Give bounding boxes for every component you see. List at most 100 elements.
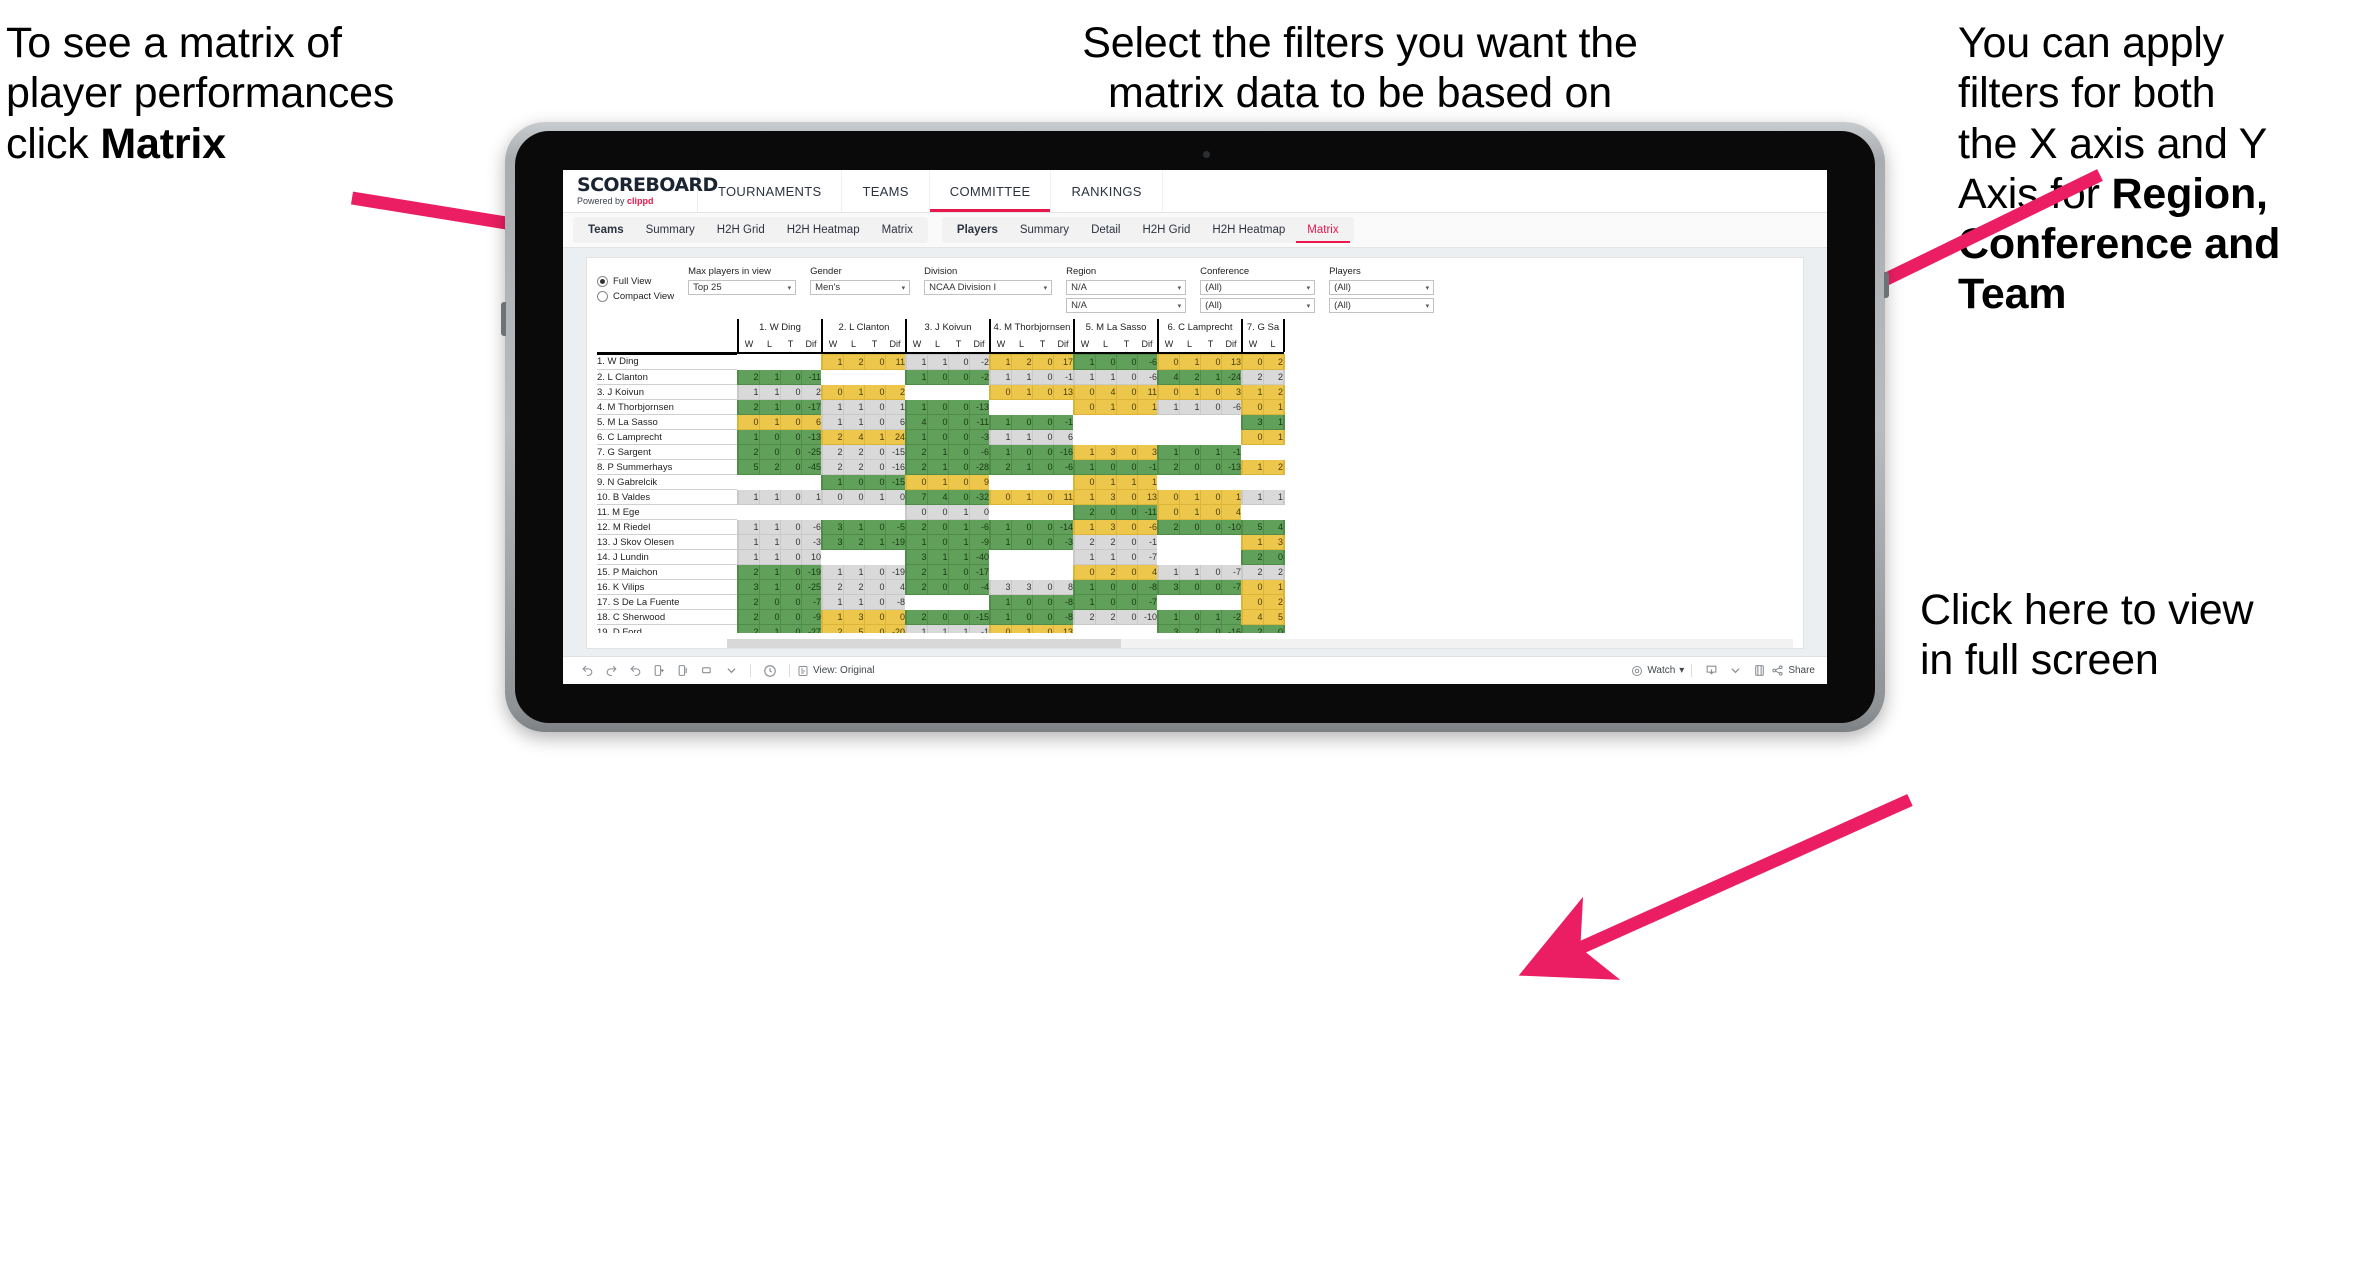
matrix-cell[interactable]: 4	[1262, 519, 1285, 535]
matrix-cell[interactable]: -13	[1220, 459, 1243, 475]
matrix-cell[interactable]: 0	[1115, 564, 1138, 580]
matrix-cell[interactable]: 1	[800, 489, 823, 505]
matrix-cell[interactable]: 1	[1010, 369, 1033, 385]
matrix-cell[interactable]: 1	[926, 354, 949, 370]
matrix-cell[interactable]: 2	[1262, 459, 1285, 475]
matrix-cell[interactable]	[1199, 414, 1222, 430]
matrix-cell[interactable]: 0	[863, 579, 886, 595]
matrix-cell[interactable]: 1	[926, 459, 949, 475]
matrix-cell[interactable]: 2	[1073, 504, 1096, 520]
matrix-cell[interactable]	[947, 384, 970, 400]
matrix-cell[interactable]	[1157, 474, 1180, 490]
matrix-cell[interactable]: 2	[1241, 564, 1264, 580]
matrix-cell[interactable]	[1052, 549, 1075, 565]
matrix-cell[interactable]: 0	[1031, 414, 1054, 430]
matrix-cell[interactable]	[926, 594, 949, 610]
matrix-cell[interactable]	[1178, 414, 1201, 430]
matrix-cell[interactable]: 0	[1178, 444, 1201, 460]
matrix-cell[interactable]: 0	[1010, 534, 1033, 550]
matrix-cell[interactable]	[1157, 414, 1180, 430]
matrix-cell[interactable]: 0	[1178, 609, 1201, 625]
matrix-cell[interactable]: 0	[1073, 474, 1096, 490]
matrix-cell[interactable]	[758, 504, 781, 520]
matrix-row[interactable]: 4. M Thorbjornsen 2 1 0 -17 1 1 0 1 1 0 0 -13 0 1 0 1 1 1 0…	[597, 399, 1285, 415]
matrix-cell[interactable]: 0	[821, 489, 844, 505]
subnav-teams-h2h-grid[interactable]: H2H Grid	[706, 217, 776, 243]
matrix-cell[interactable]	[905, 594, 928, 610]
matrix-cell[interactable]	[989, 474, 1012, 490]
matrix-cell[interactable]: 1	[1178, 504, 1201, 520]
matrix-cell[interactable]	[821, 549, 844, 565]
radio-button-icon[interactable]	[597, 291, 608, 302]
matrix-cell[interactable]: 0	[947, 564, 970, 580]
matrix-cell[interactable]: 0	[1115, 384, 1138, 400]
matrix-row[interactable]: 10. B Valdes 1 1 0 1 0 0 1 0 7 4 0 -32 0 1 0 11 1 3 0 13 0 1 0 1…	[597, 489, 1285, 505]
matrix-cell[interactable]: -9	[968, 534, 991, 550]
matrix-cell[interactable]	[1199, 549, 1222, 565]
pause-auto-update-icon[interactable]	[671, 661, 695, 681]
matrix-cell[interactable]	[1220, 594, 1243, 610]
matrix-cell[interactable]: 1	[821, 399, 844, 415]
matrix-cell[interactable]: 0	[1199, 459, 1222, 475]
matrix-cell[interactable]: 1	[1073, 459, 1096, 475]
matrix-cell[interactable]: -28	[968, 459, 991, 475]
matrix-cell[interactable]: 1	[989, 369, 1012, 385]
matrix-cell[interactable]: 0	[884, 609, 907, 625]
matrix-cell[interactable]: 1	[821, 414, 844, 430]
matrix-cell[interactable]: 2	[737, 369, 760, 385]
matrix-cell[interactable]: 0	[926, 579, 949, 595]
matrix-cell[interactable]: 0	[779, 489, 802, 505]
matrix-cell[interactable]: 0	[989, 624, 1012, 633]
matrix-cell[interactable]: 1	[884, 399, 907, 415]
matrix-cell[interactable]	[1052, 474, 1075, 490]
matrix-cell[interactable]: 1	[1157, 444, 1180, 460]
matrix-cell[interactable]: 0	[947, 429, 970, 445]
matrix-cell[interactable]: 0	[1199, 489, 1222, 505]
nav-item-rankings[interactable]: RANKINGS	[1051, 170, 1163, 212]
matrix-cell[interactable]	[1178, 549, 1201, 565]
matrix-cell[interactable]: 2	[905, 459, 928, 475]
matrix-cell[interactable]: -7	[1220, 579, 1243, 595]
matrix-cell[interactable]	[1115, 414, 1138, 430]
matrix-cell[interactable]: 0	[863, 609, 886, 625]
matrix-cell[interactable]: -1	[968, 624, 991, 633]
matrix-cell[interactable]	[1241, 444, 1264, 460]
matrix-cell[interactable]: 4	[1136, 564, 1159, 580]
matrix-cell[interactable]: -11	[800, 369, 823, 385]
matrix-cell[interactable]: 6	[800, 414, 823, 430]
share-button[interactable]: Share	[1771, 664, 1815, 677]
matrix-cell[interactable]: 1	[1262, 414, 1285, 430]
matrix-cell[interactable]: -2	[1220, 609, 1243, 625]
matrix-cell[interactable]: 0	[779, 534, 802, 550]
matrix-cell[interactable]: 0	[779, 519, 802, 535]
matrix-cell[interactable]: 0	[1031, 519, 1054, 535]
matrix-cell[interactable]: -40	[968, 549, 991, 565]
matrix-cell[interactable]: 0	[1241, 354, 1264, 370]
matrix-cell[interactable]	[1073, 624, 1096, 633]
matrix-cell[interactable]: 0	[1115, 399, 1138, 415]
matrix-cell[interactable]: 0	[863, 399, 886, 415]
subnav-players-h2h-grid[interactable]: H2H Grid	[1131, 217, 1201, 243]
matrix-cell[interactable]: 1	[1199, 444, 1222, 460]
matrix-cell[interactable]: 2	[737, 564, 760, 580]
matrix-cell[interactable]: 0	[863, 384, 886, 400]
subnav-teams-matrix[interactable]: Matrix	[871, 217, 924, 243]
matrix-cell[interactable]	[1031, 474, 1054, 490]
matrix-cell[interactable]: 0	[926, 609, 949, 625]
matrix-cell[interactable]: 0	[758, 609, 781, 625]
matrix-cell[interactable]	[1136, 414, 1159, 430]
matrix-row[interactable]: 7. G Sargent 2 0 0 -25 2 2 0 -15 2 1 0 -6 1 0 0 -16 1 3 0 3 1…	[597, 444, 1285, 460]
matrix-cell[interactable]: 0	[779, 624, 802, 633]
matrix-cell[interactable]: 1	[1157, 609, 1180, 625]
matrix-cell[interactable]: 2	[1094, 534, 1117, 550]
matrix-cell[interactable]: 7	[905, 489, 928, 505]
matrix-cell[interactable]: -10	[1136, 609, 1159, 625]
matrix-cell[interactable]: 1	[821, 474, 844, 490]
matrix-cell[interactable]	[1136, 624, 1159, 633]
matrix-cell[interactable]: -25	[800, 444, 823, 460]
matrix-cell[interactable]: 0	[1031, 369, 1054, 385]
matrix-cell[interactable]: -13	[800, 429, 823, 445]
players-y-select[interactable]: (All) ▾	[1329, 298, 1435, 313]
matrix-cell[interactable]: 1	[989, 414, 1012, 430]
subnav-players-h2h-heatmap[interactable]: H2H Heatmap	[1201, 217, 1296, 243]
